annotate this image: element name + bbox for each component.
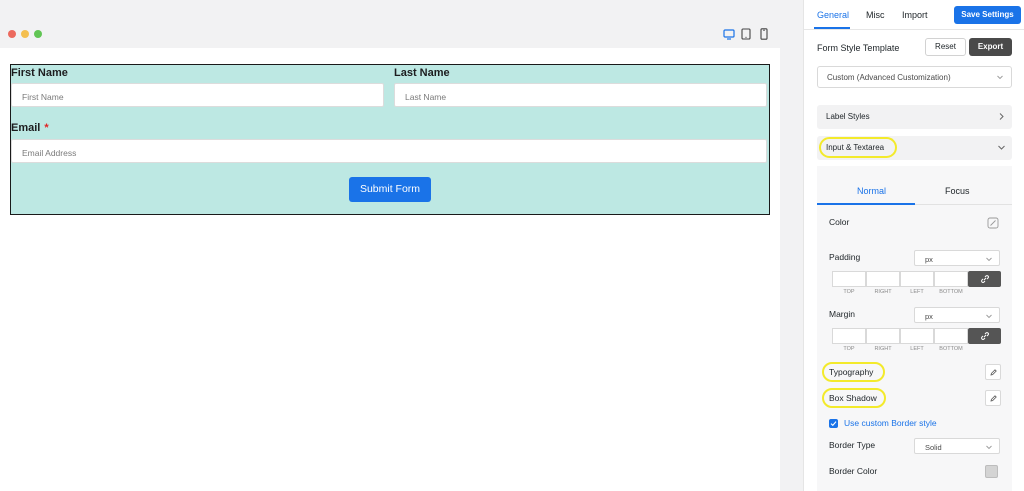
mobile-icon[interactable]: [758, 27, 770, 40]
padding-bottom-input[interactable]: [934, 271, 968, 287]
box-shadow-highlight: [822, 388, 886, 408]
first-name-label: First Name: [11, 67, 68, 79]
active-subtab-indicator: [817, 203, 915, 205]
margin-right-caption: RIGHT: [874, 346, 892, 352]
margin-unit-value: px: [925, 312, 933, 321]
email-input[interactable]: Email Address: [11, 139, 767, 163]
chevron-down-icon: [986, 445, 992, 450]
tablet-icon[interactable]: [740, 27, 752, 40]
label-styles-title: Label Styles: [826, 112, 870, 121]
input-textarea-highlight: [819, 137, 897, 158]
custom-border-label[interactable]: Use custom Border style: [844, 418, 937, 428]
padding-left-caption: LEFT: [910, 289, 924, 295]
settings-tabs: General Misc Import Save Settings: [804, 0, 1024, 30]
padding-left-input[interactable]: [900, 271, 934, 287]
subtab-normal[interactable]: Normal: [857, 186, 886, 196]
typography-edit-button[interactable]: [985, 364, 1001, 380]
padding-right-caption: RIGHT: [874, 289, 892, 295]
form-style-template-label: Form Style Template: [817, 43, 900, 53]
tab-import[interactable]: Import: [902, 10, 928, 20]
last-name-input[interactable]: Last Name: [394, 83, 767, 107]
padding-right-input[interactable]: [866, 271, 900, 287]
active-tab-indicator: [814, 27, 850, 29]
template-select-value: Custom (Advanced Customization): [827, 73, 951, 82]
input-textarea-panel: Normal Focus Color Padding px TOP RIGHT: [817, 166, 1012, 491]
tab-general[interactable]: General: [817, 10, 849, 20]
submit-form-button[interactable]: Submit Form: [349, 177, 431, 202]
form-preview: First Name First Name Last Name Last Nam…: [0, 20, 780, 491]
border-type-select[interactable]: Solid: [914, 438, 1000, 454]
template-select[interactable]: Custom (Advanced Customization): [817, 66, 1012, 88]
border-type-value: Solid: [925, 443, 942, 452]
window-maximize-dot: [34, 30, 42, 38]
email-label: Email *: [11, 122, 49, 134]
typography-highlight: [822, 362, 885, 382]
last-name-label: Last Name: [394, 67, 450, 79]
padding-unit-select[interactable]: px: [914, 250, 1000, 266]
padding-bottom-caption: BOTTOM: [939, 289, 963, 295]
chevron-down-icon: [998, 145, 1005, 150]
chevron-down-icon: [997, 75, 1003, 80]
chevron-down-icon: [986, 257, 992, 262]
pencil-icon: [990, 395, 997, 402]
box-shadow-edit-button[interactable]: [985, 390, 1001, 406]
link-icon: [981, 332, 989, 340]
padding-top-input[interactable]: [832, 271, 866, 287]
label-styles-section[interactable]: Label Styles: [817, 105, 1012, 129]
export-button[interactable]: Export: [969, 38, 1012, 56]
link-icon: [981, 275, 989, 283]
reset-button[interactable]: Reset: [925, 38, 966, 56]
first-name-input[interactable]: First Name: [11, 83, 384, 107]
margin-top-input[interactable]: [832, 328, 866, 344]
margin-top-caption: TOP: [843, 346, 855, 352]
pencil-icon: [990, 369, 997, 376]
contact-form: First Name First Name Last Name Last Nam…: [10, 64, 770, 215]
border-color-label: Border Color: [829, 466, 878, 476]
email-label-text: Email: [11, 122, 41, 134]
margin-bottom-caption: BOTTOM: [939, 346, 963, 352]
margin-label: Margin: [829, 309, 855, 319]
border-type-label: Border Type: [829, 440, 876, 450]
padding-label: Padding: [829, 252, 861, 262]
margin-bottom-input[interactable]: [934, 328, 968, 344]
custom-border-checkbox[interactable]: [829, 419, 838, 428]
tab-misc[interactable]: Misc: [866, 10, 885, 20]
border-color-swatch[interactable]: [985, 465, 998, 478]
padding-unit-value: px: [925, 255, 933, 264]
desktop-icon[interactable]: [723, 27, 735, 40]
margin-link-button[interactable]: [968, 328, 1001, 344]
subtab-focus[interactable]: Focus: [945, 186, 970, 196]
color-picker-icon[interactable]: [987, 216, 999, 229]
required-mark: *: [44, 122, 49, 134]
window-minimize-dot: [21, 30, 29, 38]
margin-left-caption: LEFT: [910, 346, 924, 352]
margin-unit-select[interactable]: px: [914, 307, 1000, 323]
save-settings-button[interactable]: Save Settings: [954, 6, 1021, 24]
chevron-down-icon: [986, 314, 992, 319]
padding-link-button[interactable]: [968, 271, 1001, 287]
margin-left-input[interactable]: [900, 328, 934, 344]
margin-right-input[interactable]: [866, 328, 900, 344]
color-label: Color: [829, 217, 850, 227]
settings-sidebar: General Misc Import Save Settings Form S…: [803, 0, 1024, 491]
chevron-right-icon: [999, 113, 1004, 120]
preview-toolbar: [0, 20, 780, 48]
subtab-divider: [915, 204, 1012, 205]
padding-top-caption: TOP: [843, 289, 855, 295]
window-close-dot: [8, 30, 16, 38]
checkmark-icon: [830, 421, 837, 427]
